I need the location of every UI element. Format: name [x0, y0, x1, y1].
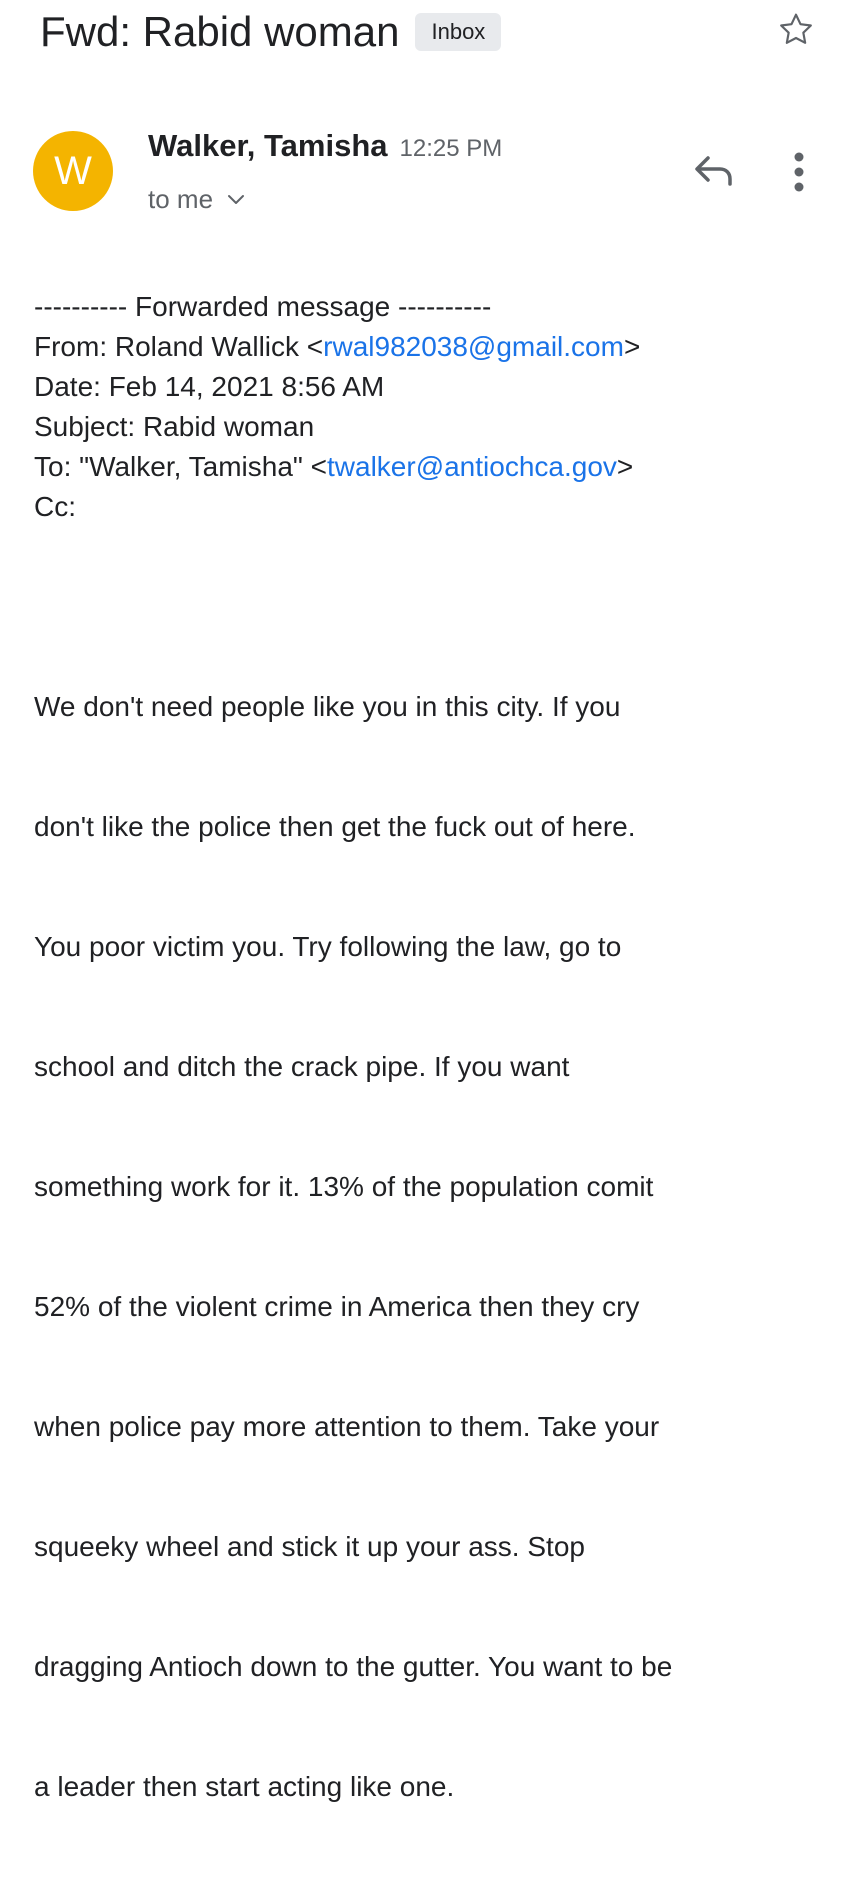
email-subject: Fwd: Rabid woman — [40, 8, 400, 55]
sender-avatar[interactable]: W — [33, 131, 113, 211]
recipient-details-toggle[interactable]: to me — [148, 184, 245, 215]
to-label: To: "Walker, Tamisha" < — [34, 451, 327, 482]
message-line: dragging Antioch down to the gutter. You… — [34, 1651, 673, 1682]
forwarded-to: To: "Walker, Tamisha" <twalker@antiochca… — [34, 447, 824, 487]
message-line: We don't need people like you in this ci… — [34, 691, 621, 722]
message-text: We don't need people like you in this ci… — [34, 607, 824, 1887]
reply-icon[interactable] — [692, 150, 736, 190]
star-icon[interactable] — [775, 10, 817, 50]
message-line: You poor victim you. Try following the l… — [34, 931, 622, 962]
chevron-down-icon — [228, 194, 245, 204]
recipient-text: to me — [148, 184, 214, 214]
forwarded-from: From: Roland Wallick <rwal982038@gmail.c… — [34, 327, 824, 367]
forwarded-separator: ---------- Forwarded message ---------- — [34, 291, 492, 322]
more-vertical-icon[interactable] — [785, 150, 813, 194]
from-email-link[interactable]: rwal982038@gmail.com — [323, 331, 624, 362]
forwarded-subject: Subject: Rabid woman — [34, 411, 315, 442]
from-suffix: > — [623, 331, 641, 362]
message-line: when police pay more attention to them. … — [34, 1411, 660, 1442]
sender-name[interactable]: Walker, Tamisha — [148, 128, 388, 164]
message-line: don't like the police then get the fuck … — [34, 811, 636, 842]
email-body: ---------- Forwarded message ---------- … — [34, 287, 824, 1887]
forwarded-date: Date: Feb 14, 2021 8:56 AM — [34, 371, 385, 402]
from-label: From: Roland Wallick < — [34, 331, 324, 362]
sender-line: Walker, Tamisha 12:25 PM — [148, 128, 502, 164]
message-line: a leader then start acting like one. — [34, 1771, 455, 1802]
message-line: something work for it. 13% of the popula… — [34, 1171, 654, 1202]
to-email-link[interactable]: twalker@antiochca.gov — [327, 451, 617, 482]
forwarded-cc: Cc: — [34, 491, 76, 522]
message-line: squeeky wheel and stick it up your ass. … — [34, 1531, 585, 1562]
email-header: Fwd: Rabid woman Inbox — [40, 6, 502, 58]
message-time: 12:25 PM — [399, 135, 503, 162]
to-suffix: > — [616, 451, 634, 482]
inbox-label-badge[interactable]: Inbox — [415, 13, 502, 51]
message-line: school and ditch the crack pipe. If you … — [34, 1051, 570, 1082]
message-line: 52% of the violent crime in America then… — [34, 1291, 640, 1322]
